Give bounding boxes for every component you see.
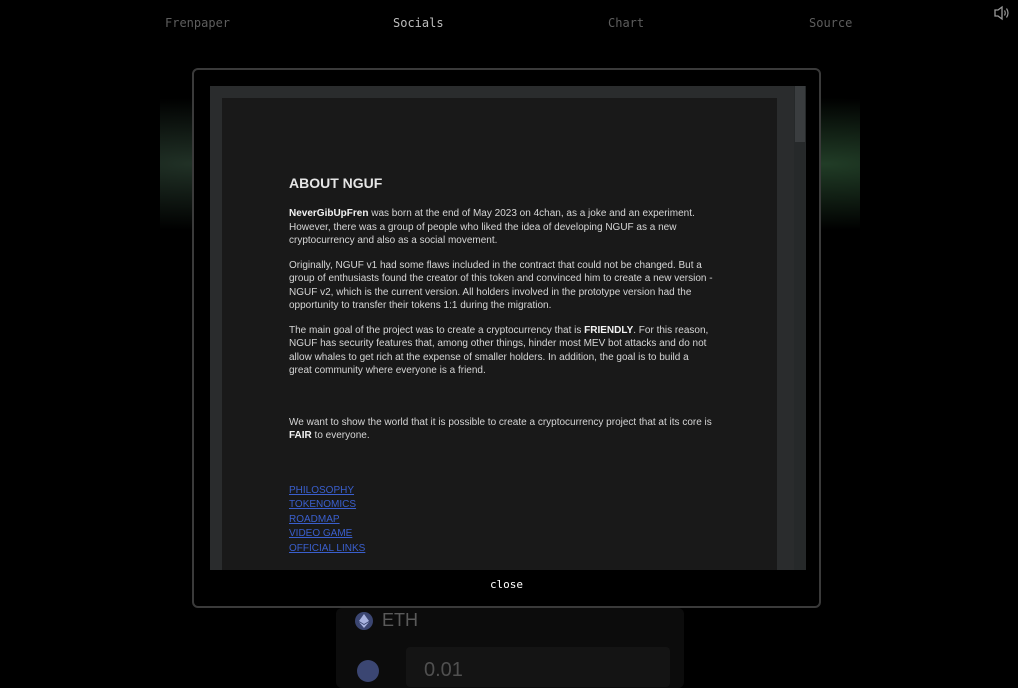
- fair-keyword: FAIR: [289, 430, 312, 441]
- document-page: ABOUT NGUF NeverGibUpFren was born at th…: [222, 98, 777, 570]
- link-tokenomics[interactable]: TOKENOMICS: [289, 498, 714, 513]
- link-official-links[interactable]: OFFICIAL LINKS: [289, 542, 714, 557]
- link-list: PHILOSOPHY TOKENOMICS ROADMAP VIDEO GAME…: [289, 484, 714, 557]
- goal-keyword: FRIENDLY: [584, 324, 634, 336]
- close-button[interactable]: close: [194, 578, 819, 591]
- amount-input[interactable]: 0.01: [406, 647, 670, 687]
- project-name: NeverGibUpFren: [289, 208, 369, 219]
- scrollbar[interactable]: [794, 86, 806, 570]
- document-content: ABOUT NGUF NeverGibUpFren was born at th…: [289, 175, 714, 556]
- ethereum-icon: [355, 611, 373, 630]
- paragraph-fair: We want to show the world that it is pos…: [289, 416, 714, 443]
- about-modal: ABOUT NGUF NeverGibUpFren was born at th…: [192, 68, 821, 608]
- page-title: ABOUT NGUF: [289, 175, 383, 191]
- paragraph-versions: Originally, NGUF v1 had some flaws inclu…: [289, 259, 713, 312]
- nav-chart[interactable]: Chart: [608, 16, 644, 30]
- scrollbar-thumb[interactable]: [795, 86, 805, 142]
- top-nav: Frenpaper Socials Chart Source: [0, 0, 1018, 46]
- link-video-game[interactable]: VIDEO GAME: [289, 527, 714, 542]
- ethereum-icon: [357, 660, 379, 682]
- document-frame: ABOUT NGUF NeverGibUpFren was born at th…: [210, 86, 806, 570]
- amount-value: 0.01: [424, 659, 463, 681]
- token-label: ETH: [382, 610, 418, 630]
- fair-text-post: to everyone.: [311, 430, 370, 441]
- link-roadmap[interactable]: ROADMAP: [289, 513, 714, 528]
- goal-text-pre: The main goal of the project was to crea…: [289, 324, 585, 336]
- nav-frenpaper[interactable]: Frenpaper: [165, 16, 230, 30]
- paragraph-goal: The main goal of the project was to crea…: [289, 324, 714, 378]
- fair-text-pre: We want to show the world that it is pos…: [289, 416, 712, 428]
- token-selector[interactable]: ETH: [355, 610, 418, 631]
- nav-source[interactable]: Source: [809, 16, 852, 30]
- nav-socials[interactable]: Socials: [393, 16, 444, 30]
- link-philosophy[interactable]: PHILOSOPHY: [289, 484, 714, 499]
- speaker-icon[interactable]: [993, 5, 1011, 21]
- paragraph-origin: NeverGibUpFren was born at the end of Ma…: [289, 207, 714, 248]
